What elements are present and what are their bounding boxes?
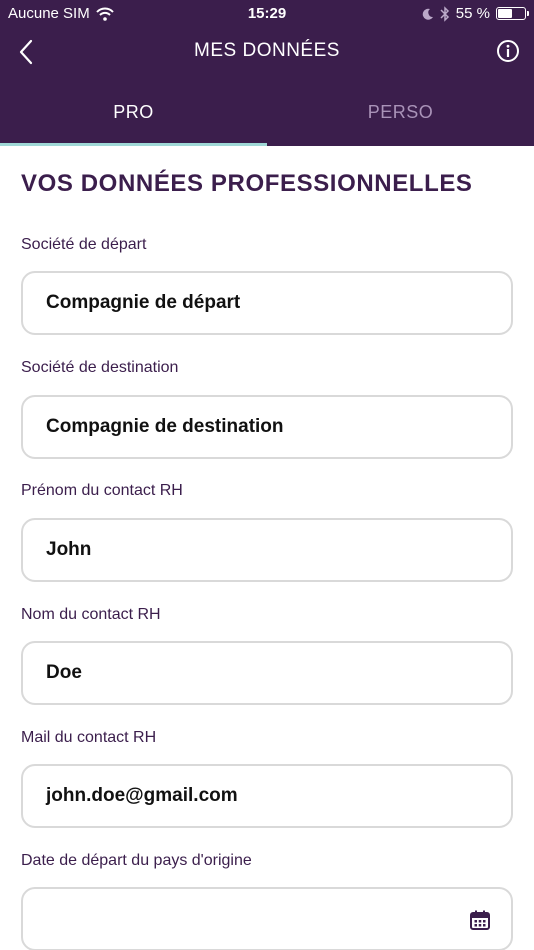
societe-depart-label: Société de départ: [21, 236, 147, 253]
battery-percent: 55 %: [455, 5, 490, 22]
battery-icon: [496, 7, 529, 20]
societe-depart-value: Compagnie de départ: [46, 292, 241, 313]
mail-contact-value: john.doe@gmail.com: [46, 785, 238, 806]
tab-perso[interactable]: PERSO: [267, 86, 534, 146]
tab-pro-label: PRO: [113, 102, 154, 122]
moon-icon: [422, 8, 433, 20]
prenom-contact-field[interactable]: John: [21, 518, 513, 582]
societe-destination-value: Compagnie de destination: [46, 416, 284, 437]
date-depart-field[interactable]: [21, 887, 513, 950]
societe-destination-field[interactable]: Compagnie de destination: [21, 395, 513, 459]
societe-depart-field[interactable]: Compagnie de départ: [21, 271, 513, 335]
app-header: Aucune SIM 15:29 55 % MES DONNÉES PRO PE…: [0, 0, 534, 146]
date-depart-label: Date de départ du pays d'origine: [21, 852, 252, 869]
status-bar: Aucune SIM 15:29 55 %: [0, 0, 534, 28]
battery-level: [498, 9, 513, 18]
prenom-contact-label: Prénom du contact RH: [21, 482, 183, 499]
tab-pro[interactable]: PRO: [0, 86, 267, 146]
calendar-icon[interactable]: [469, 909, 491, 931]
mail-contact-field[interactable]: john.doe@gmail.com: [21, 764, 513, 828]
form-content: VOS DONNÉES PROFESSIONNELLES: [21, 146, 513, 198]
section-title: VOS DONNÉES PROFESSIONNELLES: [21, 170, 473, 197]
nom-contact-field[interactable]: Doe: [21, 641, 513, 705]
info-icon[interactable]: [496, 39, 520, 63]
bluetooth-icon: [440, 5, 449, 22]
page-title: MES DONNÉES: [194, 40, 340, 61]
status-right: 55 %: [416, 5, 529, 22]
mail-contact-label: Mail du contact RH: [21, 729, 157, 746]
nom-contact-label: Nom du contact RH: [21, 606, 161, 623]
nom-contact-value: Doe: [46, 662, 82, 683]
societe-destination-label: Société de destination: [21, 359, 179, 376]
prenom-contact-value: John: [46, 539, 92, 560]
tab-perso-label: PERSO: [367, 102, 434, 122]
tab-bar: PRO PERSO: [0, 86, 534, 146]
